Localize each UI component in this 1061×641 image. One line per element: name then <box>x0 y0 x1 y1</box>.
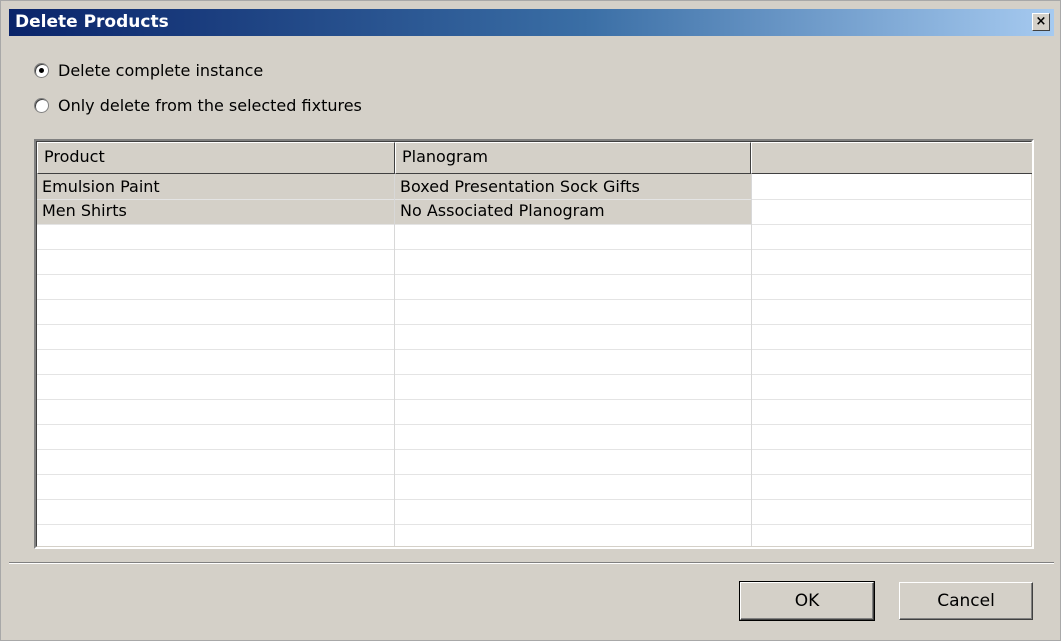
cancel-button[interactable]: Cancel <box>899 582 1033 620</box>
radio-label: Only delete from the selected fixtures <box>58 95 362 115</box>
title-bar: Delete Products × <box>9 9 1054 36</box>
cell-planogram: No Associated Planogram <box>400 201 605 220</box>
ok-button[interactable]: OK <box>739 581 875 621</box>
radio-delete-from-selected-fixtures[interactable]: Only delete from the selected fixtures <box>34 94 362 116</box>
radio-unselected-icon[interactable] <box>34 97 49 113</box>
column-header-planogram[interactable]: Planogram <box>395 142 751 174</box>
close-button[interactable]: × <box>1032 13 1050 31</box>
close-icon: × <box>1035 14 1047 29</box>
radio-label: Delete complete instance <box>58 60 264 80</box>
radio-selected-icon[interactable] <box>34 62 49 78</box>
cell-product: Men Shirts <box>42 201 127 220</box>
cell-planogram: Boxed Presentation Sock Gifts <box>400 177 640 196</box>
dialog-title: Delete Products <box>15 12 169 32</box>
column-header-product[interactable]: Product <box>37 142 395 174</box>
products-grid[interactable]: Product Planogram Emulsion Paint Boxed P… <box>34 139 1034 549</box>
cell-product: Emulsion Paint <box>42 177 160 196</box>
delete-products-dialog: Delete Products × Delete complete instan… <box>0 0 1061 641</box>
divider <box>9 562 1054 564</box>
radio-delete-complete-instance[interactable]: Delete complete instance <box>34 59 263 81</box>
column-header-blank[interactable] <box>751 142 1032 174</box>
